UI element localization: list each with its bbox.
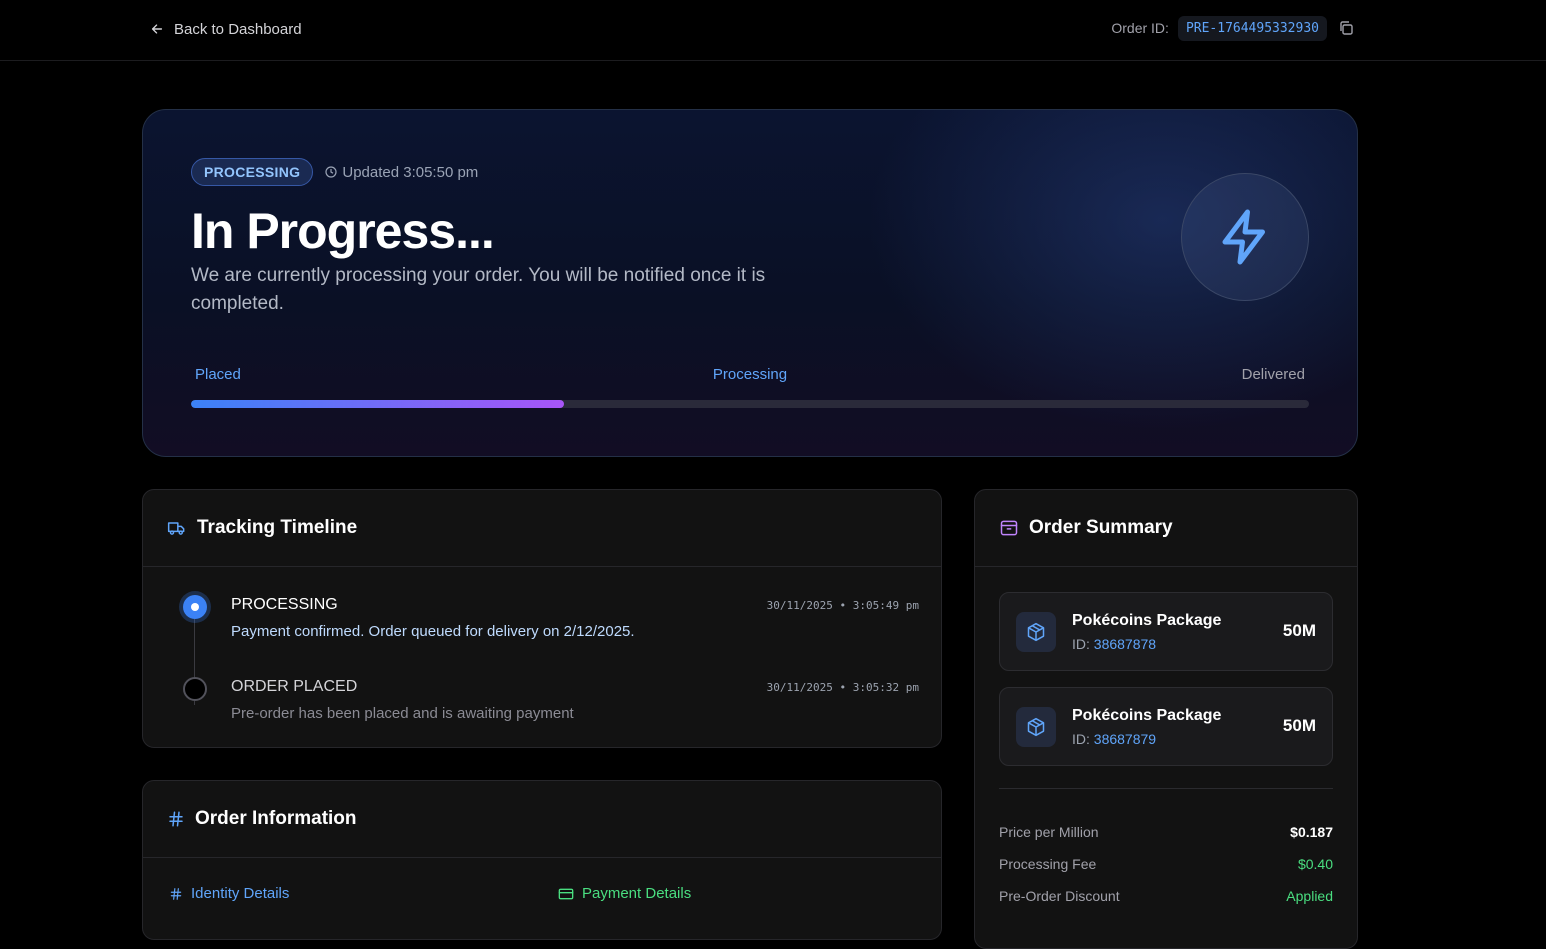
copy-order-id-button[interactable] — [1336, 18, 1356, 38]
credit-card-icon — [558, 888, 574, 899]
payment-details-label: Payment Details — [582, 885, 692, 902]
step-delivered: Delivered — [1241, 366, 1305, 383]
status-badge: PROCESSING — [191, 158, 314, 186]
order-summary-header: Order Summary — [975, 490, 1357, 567]
summary-row-value: Applied — [1286, 888, 1333, 904]
cube-icon-box — [1016, 707, 1056, 747]
cube-icon — [1027, 717, 1045, 737]
arrow-left-icon — [151, 24, 163, 34]
timeline-description: Pre-order has been placed and is awaitin… — [231, 705, 574, 722]
back-to-dashboard-link[interactable]: Back to Dashboard — [150, 19, 302, 39]
timeline-description: Payment confirmed. Order queued for deli… — [231, 623, 635, 640]
package-id-value: 38687878 — [1093, 636, 1157, 652]
back-link-label: Back to Dashboard — [174, 20, 302, 38]
timeline-time: 30/11/2025 • 3:05:49 pm — [766, 599, 919, 612]
package-icon — [1000, 520, 1018, 536]
updated-time: Updated 3:05:50 pm — [325, 164, 478, 181]
lightning-icon — [1222, 209, 1265, 265]
order-information-card: Order Information Identity Details Payme… — [142, 780, 942, 940]
payment-details-heading: Payment Details — [558, 885, 691, 902]
summary-row-value: $0.187 — [1290, 824, 1333, 840]
summary-row-value: $0.40 — [1297, 856, 1333, 872]
cube-icon-box — [1016, 612, 1056, 652]
summary-row-processing-fee: Processing Fee $0.40 — [999, 856, 1333, 872]
copy-icon — [1340, 21, 1353, 35]
order-status-hero: PROCESSING Updated 3:05:50 pm In Progres… — [142, 109, 1358, 457]
package-quantity: 50M — [1282, 621, 1316, 640]
hash-icon — [170, 887, 182, 900]
updated-text: Updated 3:05:50 pm — [342, 163, 479, 181]
package-quantity: 50M — [1282, 716, 1316, 735]
summary-row-label: Processing Fee — [999, 856, 1097, 872]
summary-row-label: Price per Million — [999, 824, 1099, 840]
summary-row-label: Pre-Order Discount — [999, 888, 1120, 904]
order-information-header: Order Information — [143, 781, 941, 858]
tracking-timeline-card: Tracking Timeline PROCESSING Payment con… — [142, 489, 942, 748]
order-id-value: PRE-1764495332930 — [1177, 15, 1327, 41]
order-information-title: Order Information — [195, 808, 357, 829]
package-id: ID: 38687878 — [1072, 636, 1156, 652]
tracking-timeline-header: Tracking Timeline — [143, 490, 941, 567]
tracking-timeline-title: Tracking Timeline — [197, 517, 358, 538]
order-id-group: Order ID: PRE-1764495332930 — [1111, 14, 1356, 42]
hero-title: In Progress... — [191, 203, 495, 259]
status-row: PROCESSING Updated 3:05:50 pm — [191, 158, 478, 186]
progress-bar-fill — [191, 400, 565, 408]
top-bar: Back to Dashboard Order ID: PRE-17644953… — [0, 0, 1546, 61]
timeline-dot-idle — [183, 677, 207, 701]
clock-icon — [325, 166, 337, 178]
identity-details-heading: Identity Details — [169, 885, 289, 902]
truck-icon — [167, 522, 185, 535]
step-processing: Processing — [712, 366, 788, 383]
order-summary-title: Order Summary — [1029, 517, 1173, 538]
package-item: Pokécoins Package ID: 38687878 50M — [999, 592, 1333, 671]
package-name: Pokécoins Package — [1072, 612, 1222, 629]
package-id: ID: 38687879 — [1072, 731, 1156, 747]
timeline-status: ORDER PLACED — [231, 678, 358, 695]
package-id-label: ID: — [1072, 731, 1090, 747]
order-id-label: Order ID: — [1111, 20, 1169, 36]
progress-bar — [191, 400, 1309, 408]
package-item: Pokécoins Package ID: 38687879 50M — [999, 687, 1333, 766]
package-id-value: 38687879 — [1093, 731, 1157, 747]
progress-steps: Placed Processing Delivered — [191, 366, 1309, 386]
package-id-label: ID: — [1072, 636, 1090, 652]
cube-icon — [1027, 622, 1045, 642]
package-name: Pokécoins Package — [1072, 707, 1222, 724]
timeline-dot-active — [183, 595, 207, 619]
hash-icon — [169, 811, 183, 827]
timeline-status: PROCESSING — [231, 596, 338, 613]
lightning-icon-circle — [1181, 173, 1309, 301]
summary-divider — [999, 788, 1333, 789]
identity-details-label: Identity Details — [191, 885, 290, 902]
summary-row-pre-order-discount: Pre-Order Discount Applied — [999, 888, 1333, 904]
summary-row-price-per-million: Price per Million $0.187 — [999, 824, 1333, 840]
timeline-time: 30/11/2025 • 3:05:32 pm — [766, 681, 919, 694]
hero-description: We are currently processing your order. … — [191, 265, 766, 314]
order-summary-card: Order Summary Pokécoins Package ID: 3868… — [974, 489, 1358, 949]
